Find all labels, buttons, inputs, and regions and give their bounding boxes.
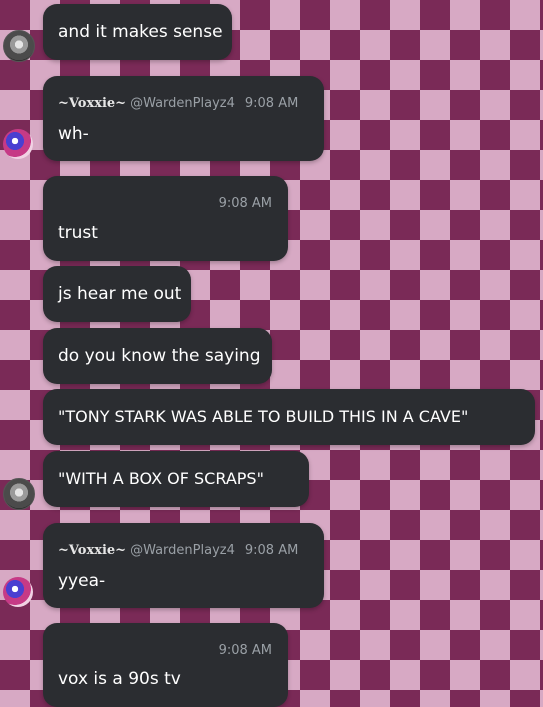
message-bubble[interactable]: ~Voxxie~ @WardenPlayz4 9:08 AM wh-	[43, 76, 324, 161]
message-bubble[interactable]: "WITH A BOX OF SCRAPS"	[43, 451, 309, 507]
message-bubble[interactable]: ~Voxxie~ @WardenPlayz4 9:08 AM yyea-	[43, 523, 324, 608]
message-text: trust	[58, 223, 98, 243]
message-text: "TONY STARK WAS ABLE TO BUILD THIS IN A …	[58, 407, 469, 426]
message-text: do you know the saying	[58, 346, 261, 366]
avatar[interactable]	[3, 577, 33, 607]
message-text: wh-	[58, 124, 89, 144]
message-text: "WITH A BOX OF SCRAPS"	[58, 469, 264, 488]
timestamp: 9:08 AM	[244, 96, 299, 111]
author-handle: @WardenPlayz4	[130, 96, 235, 111]
message-bubble[interactable]: do you know the saying	[43, 328, 272, 384]
timestamp: 9:08 AM	[218, 196, 272, 211]
avatar[interactable]	[3, 30, 35, 62]
message-bubble[interactable]: "TONY STARK WAS ABLE TO BUILD THIS IN A …	[43, 389, 535, 445]
message-text: js hear me out	[58, 284, 182, 304]
timestamp: 9:08 AM	[244, 543, 299, 558]
message-text: and it makes sense	[58, 22, 223, 42]
timestamp: 9:08 AM	[218, 643, 272, 658]
message-bubble[interactable]: js hear me out	[43, 266, 191, 322]
message-text: yyea-	[58, 571, 106, 591]
author-name[interactable]: ~Voxxie~	[58, 543, 126, 558]
avatar[interactable]	[3, 478, 35, 510]
author-name[interactable]: ~Voxxie~	[58, 96, 126, 111]
message-header: ~Voxxie~ @WardenPlayz4 9:08 AM	[58, 543, 298, 558]
message-bubble[interactable]: 9:08 AM vox is a 90s tv	[43, 623, 288, 707]
message-bubble[interactable]: 9:08 AM trust	[43, 176, 288, 261]
message-bubble[interactable]: and it makes sense	[43, 4, 232, 60]
message-header: ~Voxxie~ @WardenPlayz4 9:08 AM	[58, 96, 298, 111]
author-handle: @WardenPlayz4	[130, 543, 235, 558]
message-text: vox is a 90s tv	[58, 669, 181, 689]
avatar[interactable]	[3, 129, 33, 159]
